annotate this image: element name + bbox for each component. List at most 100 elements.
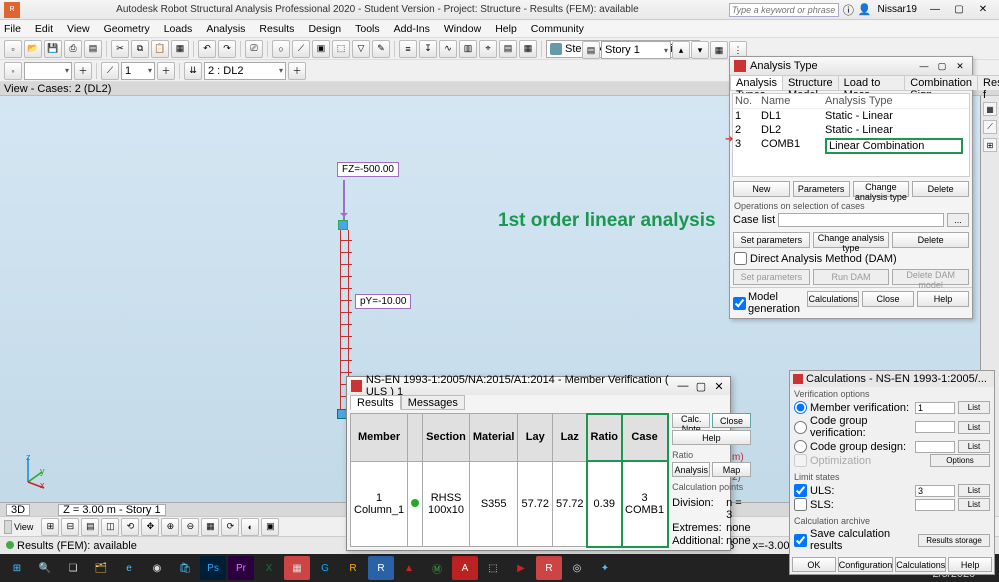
screenshot-icon[interactable]: ⎚ [245,40,263,58]
delete-button[interactable]: Delete [912,181,969,197]
cgv-value-input[interactable] [915,421,955,433]
new-icon[interactable]: ▫ [4,40,22,58]
ps-icon[interactable]: Ps [200,556,226,580]
cgd-radio[interactable] [794,440,807,453]
mv-close-button[interactable]: Close [712,413,750,428]
cut-icon[interactable]: ✂ [111,40,129,58]
tab-analysis-types[interactable]: Analysis Types [730,75,783,90]
modelgen-checkbox[interactable] [733,297,746,310]
detail-icon[interactable]: ⌖ [479,40,497,58]
open-icon[interactable]: 📂 [24,40,42,58]
report-icon[interactable]: ▤ [499,40,517,58]
maximize-button[interactable]: ▢ [947,2,971,18]
mv-table[interactable]: Member Section Material Lay Laz Ratio Ca… [350,413,668,547]
bt-icon-10[interactable]: ⟳ [221,518,239,536]
pr-icon[interactable]: Pr [228,556,254,580]
app-icon-8[interactable]: ⬚ [480,556,506,580]
minimize-button[interactable]: — [923,2,947,18]
tab-results[interactable]: Results [350,395,401,410]
signin-icon[interactable]: 👤 [858,3,872,16]
bt-icon-5[interactable]: ⟲ [121,518,139,536]
help-search-input[interactable] [729,3,839,17]
case-plus-icon[interactable]: ＋ [288,62,306,80]
menu-geometry[interactable]: Geometry [104,23,150,35]
mv-list-button[interactable]: List [958,401,990,414]
window-select-icon[interactable]: ⬚ [332,40,350,58]
calc-ok-button[interactable]: OK [792,557,836,572]
preview-icon[interactable]: ▤ [84,40,102,58]
minimize-icon[interactable]: — [916,61,932,72]
mv-max-icon[interactable]: ▢ [694,380,708,393]
redo-icon[interactable]: ↷ [218,40,236,58]
change-type-button[interactable]: Change analysis type [853,181,910,197]
explorer-icon[interactable]: 🗂 [88,556,114,580]
sls-checkbox[interactable] [794,498,807,511]
deform-icon[interactable]: ∿ [439,40,457,58]
close-icon[interactable]: ✕ [952,61,968,72]
app-icon-9[interactable]: ▶ [508,556,534,580]
excel-icon[interactable]: X [256,556,282,580]
close-at-button[interactable]: Close [862,291,914,307]
results-storage-button[interactable]: Results storage [918,534,990,547]
story-icon[interactable]: ▤ [582,41,600,59]
tab-structure-model[interactable]: Structure Model [782,75,839,90]
sls-value-input[interactable] [915,499,955,511]
bt-icon-2[interactable]: ⊟ [61,518,79,536]
calc-header[interactable]: Calculations - NS-EN 1993-1:2005/... [790,371,994,387]
caselist-browse-button[interactable]: ... [947,213,969,227]
menu-loads[interactable]: Loads [164,23,193,35]
delete2-button[interactable]: Delete [892,232,969,248]
menu-analysis[interactable]: Analysis [206,23,245,35]
analysis-button[interactable]: Analysis [672,462,710,477]
cgd-value-input[interactable] [915,441,955,453]
analysis-table[interactable]: ➔ No.NameAnalysis Type 1DL1Static - Line… [732,93,970,177]
menu-help[interactable]: Help [495,23,517,35]
mv-help-button[interactable]: Help [672,430,750,445]
app-icon-3[interactable]: R [340,556,366,580]
node-plus-icon[interactable]: ＋ [74,62,92,80]
calculations-button[interactable]: Calculations [807,291,859,307]
savecr-checkbox[interactable] [794,534,807,547]
calc-help-button[interactable]: Help [948,557,992,572]
table-icon[interactable]: ▦ [171,40,189,58]
story-down-icon[interactable]: ▾ [691,41,709,59]
uls-checkbox[interactable] [794,484,807,497]
menu-addins[interactable]: Add-Ins [394,23,430,35]
view-tab-z[interactable]: Z = 3.00 m - Story 1 [58,504,166,516]
mv-radio[interactable] [794,401,807,414]
info-icon[interactable]: ⓘ [843,2,854,18]
select-all-icon[interactable]: ▣ [312,40,330,58]
calc-config-button[interactable]: Configuration [838,557,894,572]
select-node-icon[interactable]: ○ [272,40,290,58]
cgd-list-button[interactable]: List [958,440,990,453]
menu-design[interactable]: Design [308,23,341,35]
mv-value-input[interactable] [915,402,955,414]
loadcase-combo[interactable]: 2 : DL2 [204,62,286,80]
close-button[interactable]: ✕ [971,2,995,18]
calcnote-button[interactable]: Calc. Note [672,413,710,428]
case-sel-icon[interactable]: ⇊ [184,62,202,80]
node-sel-icon[interactable]: ◦ [4,62,22,80]
dam-checkbox[interactable] [734,252,747,265]
caselist-input[interactable] [778,213,944,227]
app-icon-11[interactable]: ◎ [564,556,590,580]
bt-icon-11[interactable]: ◐ [241,518,259,536]
print-icon[interactable]: ⎙ [64,40,82,58]
mv-close-icon[interactable]: ✕ [712,380,726,393]
bt-icon-3[interactable]: ▤ [81,518,99,536]
options-button[interactable]: Options [930,454,990,467]
bt-icon-4[interactable]: ◫ [101,518,119,536]
app-icon-5[interactable]: ▲ [396,556,422,580]
menu-results[interactable]: Results [259,23,294,35]
menu-community[interactable]: Community [531,23,584,35]
uls-list-button[interactable]: List [958,484,990,497]
view-tab-3d[interactable]: 3D [6,504,30,516]
story-all-icon[interactable]: ▦ [710,41,728,59]
task-view-icon[interactable]: ❏ [60,556,86,580]
bt-icon-9[interactable]: ▦ [201,518,219,536]
bt-icon-12[interactable]: ▣ [261,518,279,536]
story-combo[interactable]: Story 1 [601,41,671,59]
copy-icon[interactable]: ⧉ [131,40,149,58]
user-name[interactable]: Nissar19 [878,4,917,15]
filter-icon[interactable]: ▽ [352,40,370,58]
